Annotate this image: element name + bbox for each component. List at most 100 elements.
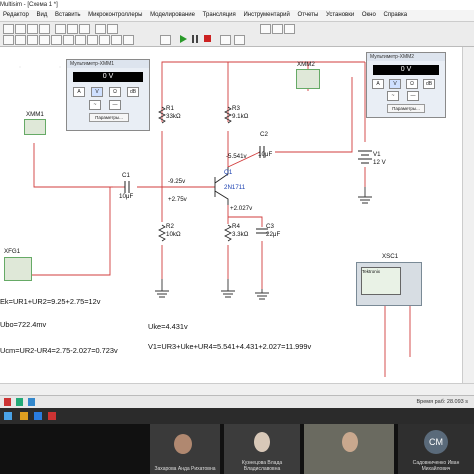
c1-name: C1 [122,172,130,179]
mm2-settings-button[interactable]: Параметры... [387,104,425,113]
r3-value: 9.1kΩ [232,113,249,120]
xsc1-label: XSC1 [382,253,399,260]
status-bar: Время раб: 28.093 s [0,395,474,409]
mm1-dc-button[interactable]: — [109,100,121,110]
menu-insert[interactable]: Вставить [55,12,80,18]
menu-simulate[interactable]: Моделирование [150,12,195,18]
note-1: Ek=UR1+UR2=9.25+2.75=12v [0,297,101,306]
mm1-amp-button[interactable]: A [73,87,85,97]
multimeter-1-title: Мультиметр-XMM1 [67,60,149,68]
participant-tile-4[interactable]: CM Садовниченко Иван Михайлович [398,424,474,474]
q1-value: 2N1711 [224,184,246,191]
explorer-icon[interactable] [20,412,28,420]
status-tab-3[interactable] [28,398,35,406]
print-icon[interactable] [39,24,50,34]
menu-help[interactable]: Справка [384,12,408,18]
probe-icon[interactable] [220,35,231,45]
open-icon[interactable] [15,24,26,34]
cut-icon[interactable] [55,24,66,34]
resistors [158,106,232,242]
mm1-db-button[interactable]: dB [127,87,139,97]
cmos-icon[interactable] [75,35,86,45]
menu-window[interactable]: Окно [362,12,376,18]
analog-icon[interactable] [51,35,62,45]
multimeter-2-display: 0 V [373,65,439,75]
diode-icon[interactable] [27,35,38,45]
menu-reports[interactable]: Отчеты [298,12,319,18]
basic-icon[interactable] [15,35,26,45]
menu-tools[interactable]: Инструментарий [243,12,289,18]
note-2: Ubo=722.4mv [0,320,47,329]
note-4: Uke=4.431v [148,322,188,331]
participant-2-name: Кузнецова Влада Владиславовна [241,460,283,472]
misc-icon[interactable] [99,35,110,45]
indicator-icon[interactable] [87,35,98,45]
xfg1-label: XFG1 [4,248,21,255]
mm1-ohm-button[interactable]: Ω [109,87,121,97]
participant-tile-1[interactable]: Захарова Анда Рихатовна [150,424,220,474]
zoom-out-icon[interactable] [272,24,283,34]
r3-name: R3 [232,105,240,112]
transistor-icon[interactable] [39,35,50,45]
r1-value: 33kΩ [166,113,181,120]
menu-transfer[interactable]: Трансляция [203,12,236,18]
scope-brand: Tektronix [362,269,381,274]
status-tab-2[interactable] [16,398,23,406]
mm1-volt-button[interactable]: V [91,87,103,97]
zoom-in-icon[interactable] [260,24,271,34]
mm2-ac-button[interactable]: ~ [387,91,399,101]
new-icon[interactable] [3,24,14,34]
windows-start-icon[interactable] [4,412,12,420]
interactive-icon[interactable] [234,35,245,45]
menu-edit[interactable]: Редактор [3,12,29,18]
copy-icon[interactable] [67,24,78,34]
ttl-icon[interactable] [63,35,74,45]
probe-1: -9.25v [168,178,186,185]
xsc1-instrument[interactable]: Tektronix [356,262,422,306]
participant-2-face [254,432,270,452]
xmm1-instrument[interactable] [24,119,46,135]
participant-1-name: Захарова Анда Рихатовна [154,466,216,472]
menu-mcu[interactable]: Микроконтроллеры [88,12,142,18]
note-3: Ucm=UR2-UR4=2.75-2.027=0.723v [0,346,118,355]
c1-value: 10μF [119,193,134,200]
xmm1-label: XMM1 [26,111,44,118]
zoom-fit-icon[interactable] [284,24,295,34]
menu-view[interactable]: Вид [37,12,48,18]
source-icon[interactable] [3,35,14,45]
ground-symbols [155,187,372,300]
stop-icon[interactable] [204,35,211,42]
paste-icon[interactable] [79,24,90,34]
multimeter-2-window[interactable]: Мультиметр-XMM2 0 V A V Ω dB ~ — Парамет… [366,52,446,118]
browser-icon[interactable] [34,412,42,420]
mm2-dc-button[interactable]: — [407,91,419,101]
undo-icon[interactable] [95,24,106,34]
mm2-volt-button[interactable]: V [389,79,401,89]
mcu-icon[interactable] [123,35,134,45]
rf-icon[interactable] [111,35,122,45]
xmm2-instrument[interactable] [296,69,320,89]
participant-1-face [174,434,192,454]
r4-name: R4 [232,223,240,230]
redo-icon[interactable] [107,24,118,34]
app-title: Multisim - [Схема 1 *] [0,2,58,8]
xfg1-instrument[interactable] [4,257,32,281]
status-tab-1[interactable] [4,398,11,406]
q1-name: Q1 [224,169,233,176]
grapher-icon[interactable] [160,35,171,45]
vertical-scrollbar[interactable] [462,47,474,383]
mm2-amp-button[interactable]: A [372,79,384,89]
mm1-settings-button[interactable]: Параметры... [89,113,129,122]
multisim-taskbar-icon[interactable] [48,412,56,420]
mm2-db-button[interactable]: dB [423,79,435,89]
multimeter-1-window[interactable]: Мультиметр-XMM1 0 V A V Ω dB ~ — Парамет… [66,59,150,131]
pause-icon[interactable] [192,35,194,43]
participant-tile-2[interactable]: Кузнецова Влада Владиславовна [224,424,300,474]
save-icon[interactable] [27,24,38,34]
mm1-ac-button[interactable]: ~ [89,100,101,110]
r1-name: R1 [166,105,174,112]
mm2-ohm-button[interactable]: Ω [406,79,418,89]
menu-options[interactable]: Установки [326,12,354,18]
run-icon[interactable] [180,35,187,43]
participant-tile-3[interactable] [304,424,394,474]
